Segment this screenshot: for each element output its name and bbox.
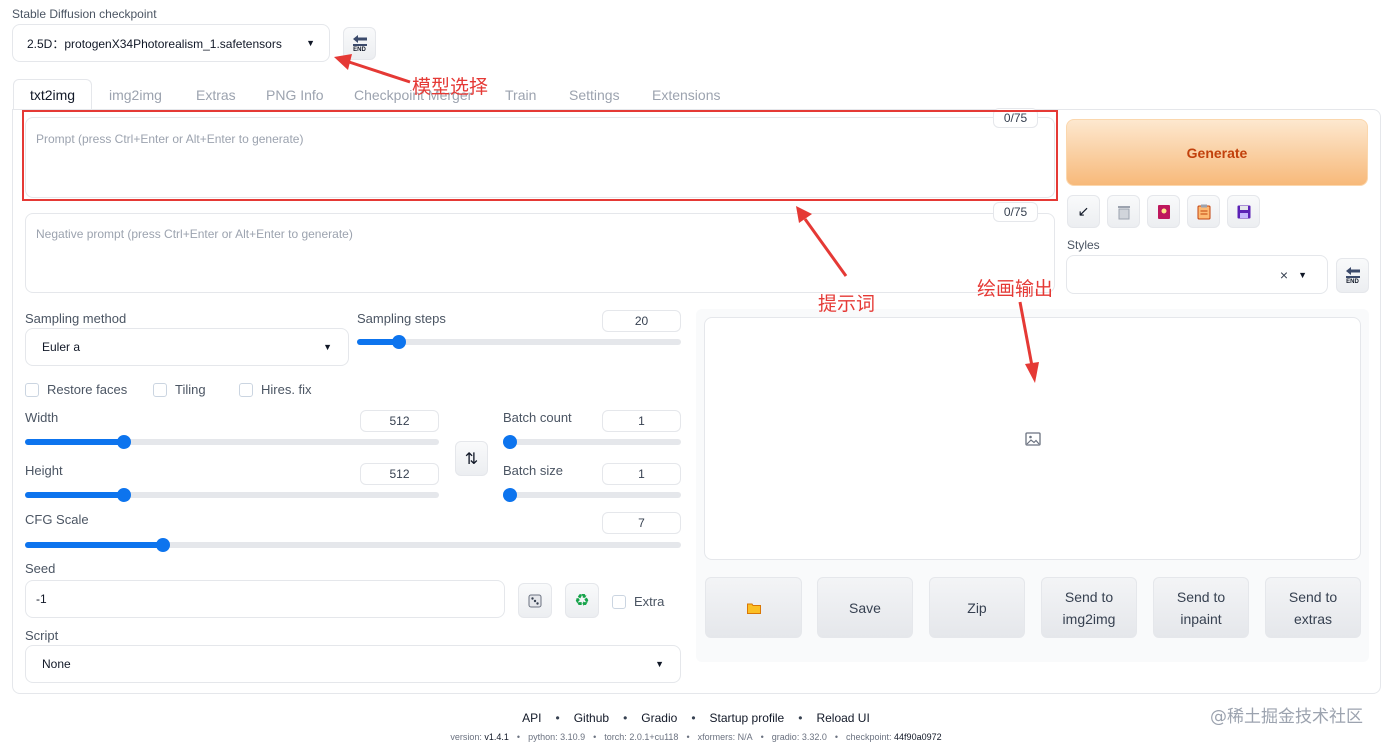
separator: •	[516, 732, 521, 742]
version-key: python:	[528, 732, 561, 742]
model-arrow-line	[345, 59, 411, 84]
output-arrow-line	[1018, 301, 1034, 367]
separator: •	[798, 711, 803, 725]
xformers-item: xformers: N/A	[698, 732, 753, 742]
separator: •	[760, 732, 764, 742]
footer-link-reload-ui[interactable]: Reload UI	[816, 711, 869, 725]
gradio-item: gradio: 3.32.0	[772, 732, 827, 742]
model-annotation: 模型选择	[412, 76, 489, 98]
prompt-annotation: 提示词	[818, 293, 876, 315]
footer-link-github[interactable]: Github	[574, 711, 609, 725]
version-key: version:	[450, 732, 485, 742]
footer-links: API • Github • Gradio • Startup profile • Re…	[0, 711, 1392, 725]
checkpoint-item: checkpoint: 44f90a0972	[846, 732, 942, 742]
footer-link-api[interactable]: API	[522, 711, 541, 725]
separator: •	[623, 711, 628, 725]
separator: •	[555, 711, 560, 725]
version-item: version: v1.4.1	[450, 732, 509, 742]
output-annotation: 绘画输出	[977, 278, 1054, 300]
version-info: version: v1.4.1 • python: 3.10.9 • torch: …	[0, 732, 1392, 742]
version-value: 3.10.9	[560, 732, 586, 742]
model-arrow-head	[334, 54, 352, 70]
version-key: gradio:	[771, 732, 802, 742]
output-arrow-head	[1025, 362, 1039, 383]
prompt-arrow-line	[803, 218, 848, 277]
version-key: checkpoint:	[846, 732, 895, 742]
annotation-arrows	[334, 54, 1039, 383]
version-value: 2.0.1+cu118	[629, 732, 679, 742]
footer-link-gradio[interactable]: Gradio	[641, 711, 677, 725]
version-value: v1.4.1	[484, 732, 509, 742]
version-value: 3.32.0	[801, 732, 827, 742]
version-value: N/A	[737, 732, 753, 742]
python-item: python: 3.10.9	[528, 732, 585, 742]
footer-link-startup-profile[interactable]: Startup profile	[710, 711, 785, 725]
separator: •	[691, 711, 696, 725]
separator: •	[834, 732, 839, 742]
separator: •	[686, 732, 690, 742]
prompt-arrow-head	[796, 206, 812, 223]
version-key: torch:	[604, 732, 630, 742]
torch-item: torch: 2.0.1+cu118	[604, 732, 678, 742]
separator: •	[593, 732, 597, 742]
version-value: 44f90a0972	[894, 732, 942, 742]
watermark: @稀土掘金技术社区	[1210, 707, 1363, 727]
version-key: xformers:	[697, 732, 738, 742]
